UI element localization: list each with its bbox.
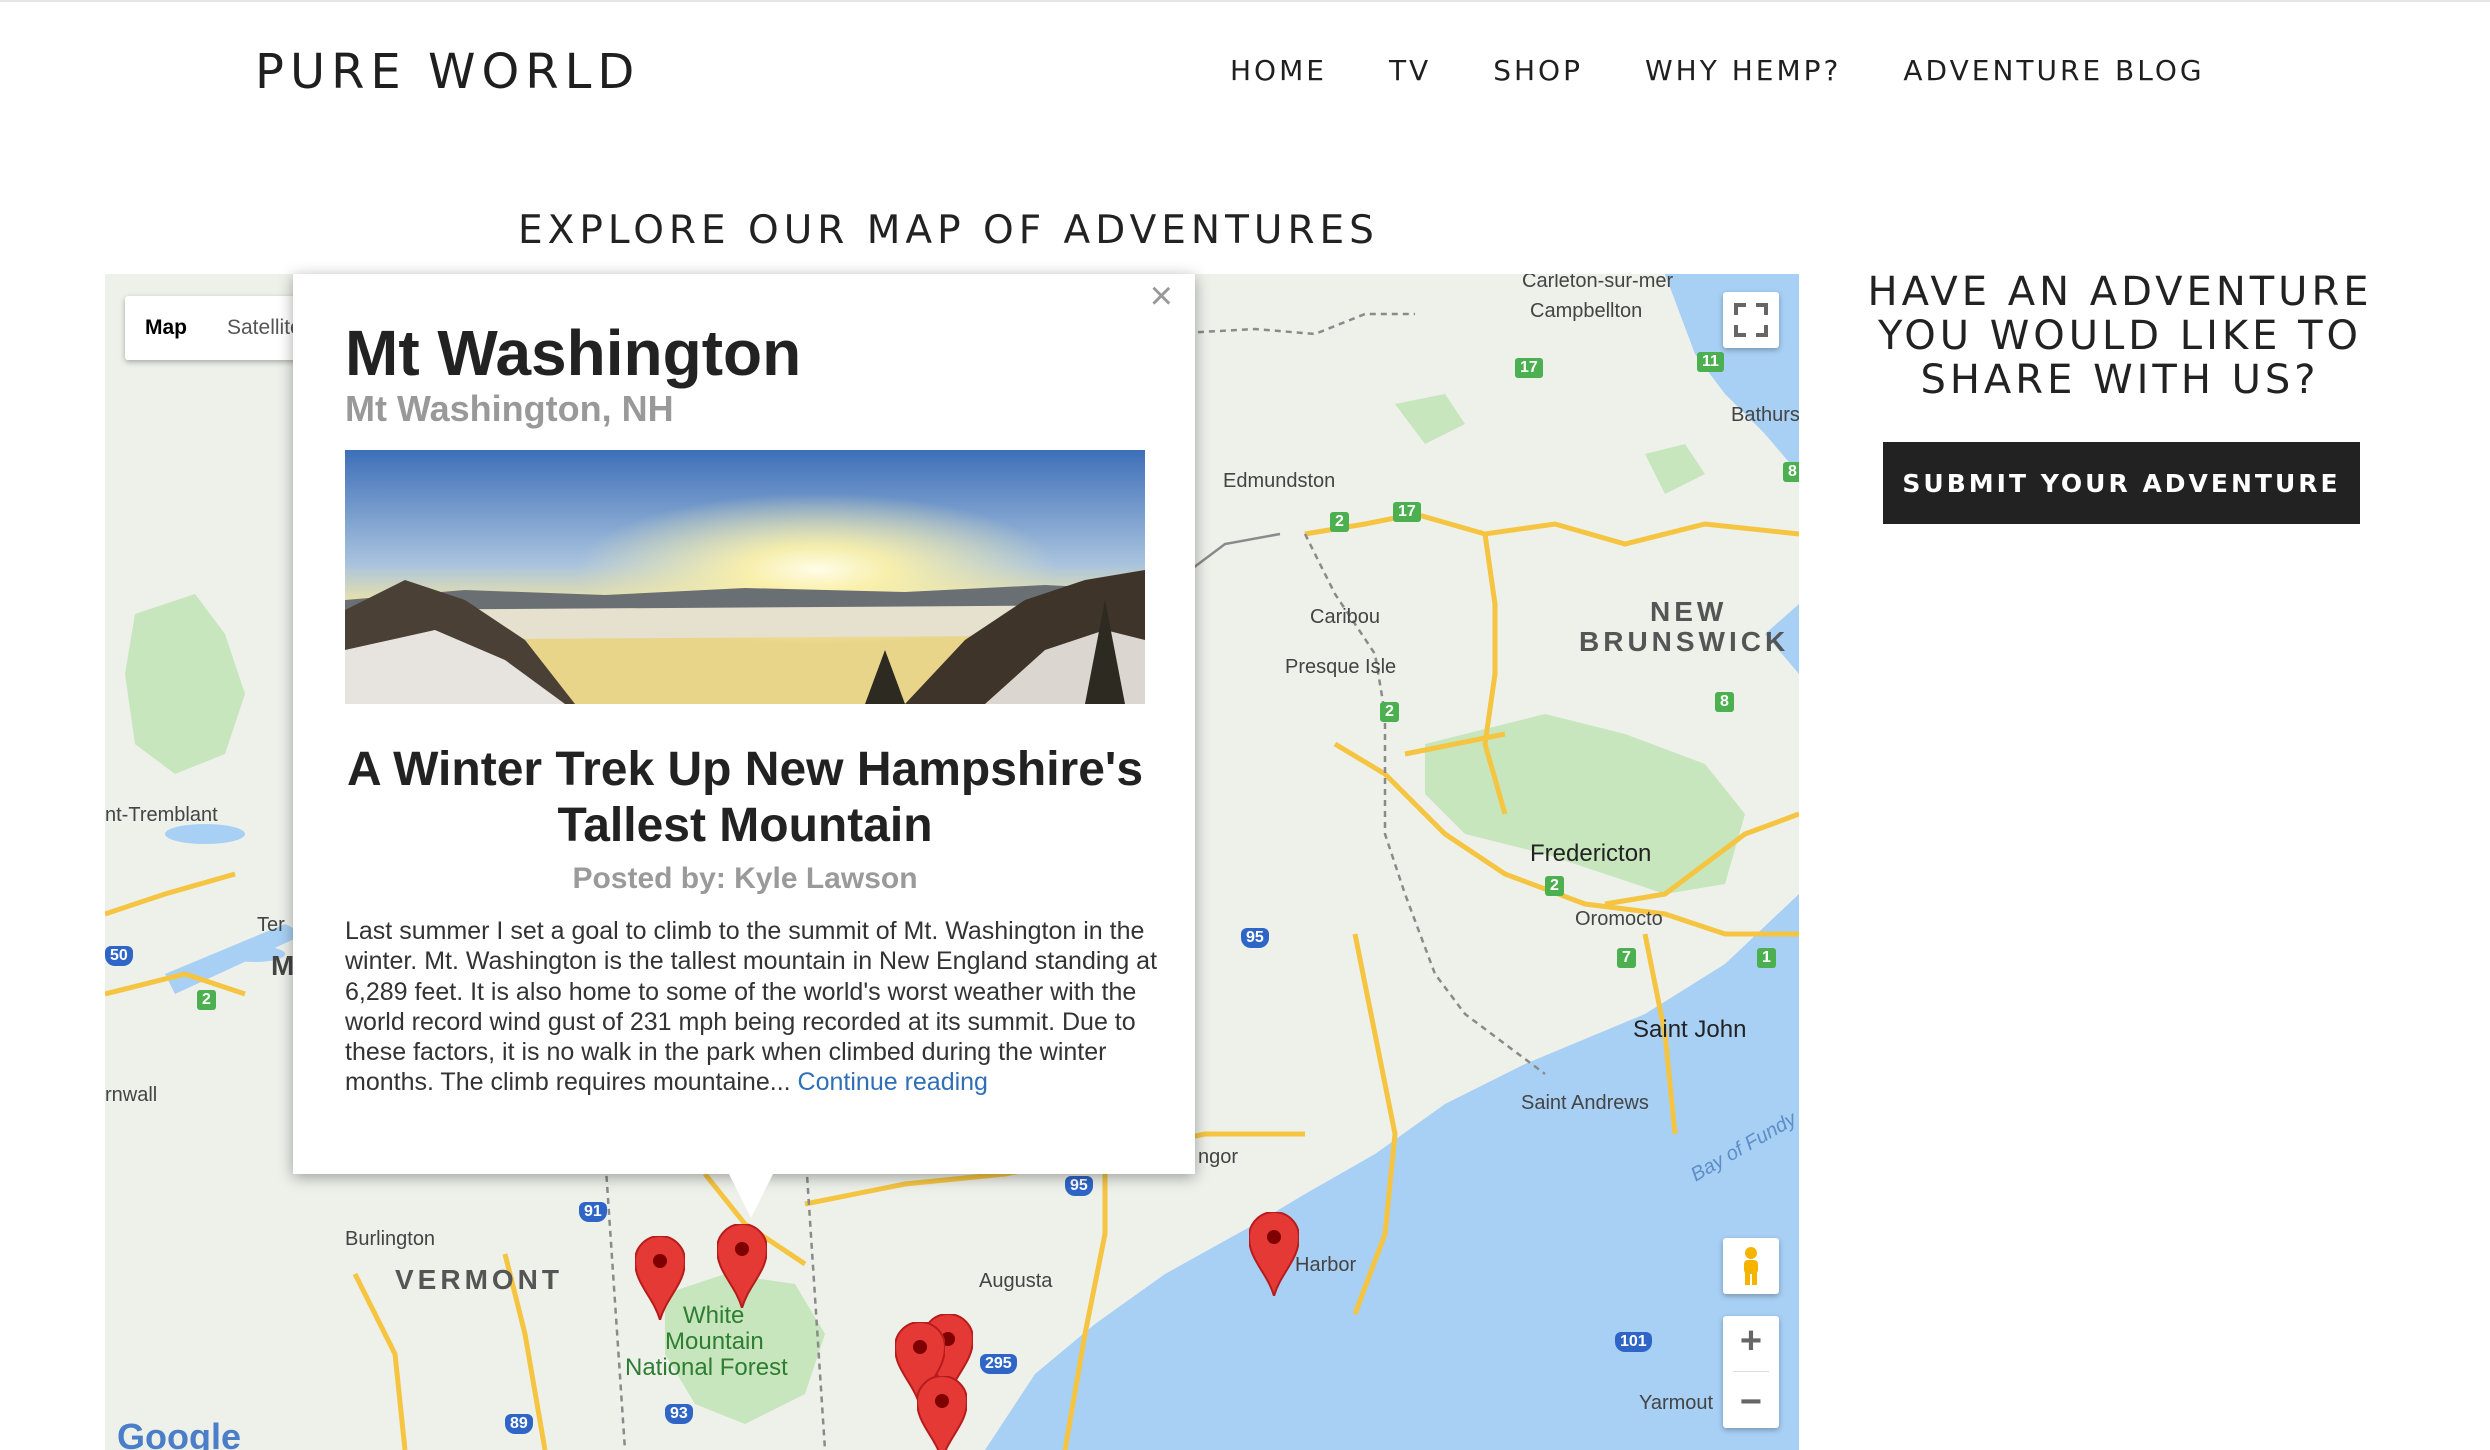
main-nav: HOME TV SHOP WHY HEMP? ADVENTURE BLOG <box>1230 54 2267 87</box>
shield-2c: 2 <box>1545 876 1564 896</box>
zoom-out-button[interactable]: − <box>1740 1381 1762 1424</box>
place-location: Mt Washington, NH <box>345 388 674 429</box>
shield-8b: 8 <box>1715 692 1734 712</box>
label-harbor: Harbor <box>1295 1254 1357 1276</box>
shield-17b: 17 <box>1393 502 1421 522</box>
label-augusta: Augusta <box>979 1270 1053 1292</box>
shield-11: 11 <box>1697 352 1724 372</box>
shield-93: 93 <box>665 1404 693 1424</box>
nav-tv[interactable]: TV <box>1389 54 1431 87</box>
shield-17: 17 <box>1515 358 1543 378</box>
zoom-divider <box>1733 1371 1769 1373</box>
shield-295: 295 <box>980 1354 1017 1374</box>
zoom-control: + − <box>1723 1316 1779 1428</box>
label-oromocto: Oromocto <box>1575 908 1663 930</box>
shield-2a: 2 <box>1330 512 1349 532</box>
info-window: × Mt Washington Mt Washington, NH A Wint… <box>293 274 1195 1218</box>
label-cornwall: rnwall <box>105 1084 158 1106</box>
post-excerpt: Last summer I set a goal to climb to the… <box>345 916 1157 1098</box>
label-national-forest: National Forest <box>625 1354 788 1381</box>
pegman-icon <box>1744 1247 1758 1285</box>
label-edmundston: Edmundston <box>1223 470 1336 492</box>
submit-adventure-button[interactable]: SUBMIT YOUR ADVENTURE <box>1883 442 2360 524</box>
label-bathurst: Bathurs <box>1731 404 1799 426</box>
shield-95b: 95 <box>1065 1176 1093 1196</box>
shield-1: 1 <box>1757 948 1776 968</box>
close-icon[interactable]: × <box>1150 274 1173 319</box>
shield-101: 101 <box>1615 1332 1652 1352</box>
shield-95: 95 <box>1241 928 1269 948</box>
label-mountain: Mountain <box>665 1328 764 1355</box>
share-adventure-heading: HAVE AN ADVENTURE YOU WOULD LIKE TO SHAR… <box>1867 269 2373 403</box>
section-title: EXPLORE OUR MAP OF ADVENTURES <box>518 208 1379 253</box>
marker-pin[interactable] <box>1249 1212 1299 1296</box>
marker-pin[interactable] <box>635 1236 685 1320</box>
post-author: Posted by: Kyle Lawson <box>572 862 918 895</box>
map-type-map-button[interactable]: Map <box>125 296 207 360</box>
shield-50: 50 <box>105 946 133 966</box>
top-border <box>0 0 2490 2</box>
nav-why-hemp[interactable]: WHY HEMP? <box>1645 54 1841 87</box>
label-carleton: Carleton-sur-mer <box>1522 274 1674 292</box>
label-burlington: Burlington <box>345 1228 436 1250</box>
shield-7: 7 <box>1617 948 1636 968</box>
marker-pin-mt-washington[interactable] <box>717 1224 767 1308</box>
continue-reading-link[interactable]: Continue reading <box>798 1068 988 1096</box>
marker-pin[interactable] <box>917 1376 967 1450</box>
label-brunswick: BRUNSWICK <box>1579 626 1790 657</box>
label-campbellton: Campbellton <box>1530 300 1643 322</box>
shield-2d: 2 <box>197 990 216 1010</box>
post-photo[interactable] <box>345 450 1145 704</box>
label-fredericton: Fredericton <box>1530 840 1652 867</box>
shield-8: 8 <box>1783 462 1799 482</box>
label-vermont: VERMONT <box>395 1264 563 1295</box>
label-tremblant: nt-Tremblant <box>105 804 218 826</box>
street-view-button[interactable] <box>1723 1238 1779 1294</box>
shield-2b: 2 <box>1380 702 1399 722</box>
label-saint-andrews: Saint Andrews <box>1521 1092 1649 1114</box>
google-logo[interactable]: Google <box>117 1416 241 1450</box>
label-saint-john: Saint John <box>1633 1016 1747 1043</box>
nav-shop[interactable]: SHOP <box>1493 54 1583 87</box>
label-presque-isle: Presque Isle <box>1285 656 1397 678</box>
nav-home[interactable]: HOME <box>1230 54 1327 87</box>
nav-adventure-blog[interactable]: ADVENTURE BLOG <box>1903 54 2204 87</box>
label-ter: Ter <box>257 914 285 936</box>
post-title[interactable]: A Winter Trek Up New Hampshire's Tallest… <box>345 742 1145 854</box>
label-m: M <box>271 950 295 981</box>
fullscreen-button[interactable] <box>1723 292 1779 348</box>
label-yarmouth: Yarmout <box>1639 1392 1714 1414</box>
mountain-sunrise-image <box>345 450 1145 704</box>
place-title: Mt Washington <box>345 317 802 389</box>
zoom-in-button[interactable]: + <box>1740 1320 1762 1363</box>
shield-89: 89 <box>505 1414 533 1434</box>
info-window-tail <box>729 1174 773 1218</box>
shield-91: 91 <box>579 1202 607 1222</box>
post-excerpt-text: Last summer I set a goal to climb to the… <box>345 917 1158 1097</box>
site-logo[interactable]: PURE WORLD <box>255 44 640 100</box>
label-caribou: Caribou <box>1310 606 1381 628</box>
fullscreen-icon <box>1734 303 1768 337</box>
label-new: NEW <box>1650 596 1728 627</box>
label-bangor: ngor <box>1198 1146 1239 1168</box>
